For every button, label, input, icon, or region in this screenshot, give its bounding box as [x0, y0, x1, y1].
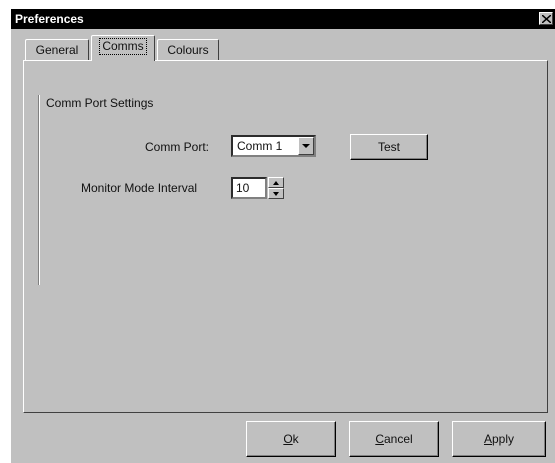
cancel-accelerator: C: [375, 432, 384, 446]
comms-tab-panel: Comm Port Settings: [23, 60, 548, 413]
title-bar[interactable]: Preferences: [11, 9, 555, 29]
arrow-down-icon: [273, 192, 279, 196]
close-button[interactable]: [539, 12, 553, 25]
tab-colours[interactable]: Colours: [157, 39, 219, 60]
comm-port-label: Comm Port:: [145, 140, 210, 154]
cancel-button[interactable]: Cancel: [349, 421, 439, 457]
tab-general-label: General: [35, 43, 79, 57]
group-label: Comm Port Settings: [46, 96, 154, 110]
monitor-interval-value: 10: [236, 181, 250, 195]
test-button[interactable]: Test: [350, 134, 428, 160]
ok-label-rest: k: [292, 432, 299, 446]
monitor-interval-spinner: 10: [231, 177, 285, 199]
close-icon: [542, 15, 551, 23]
ok-button[interactable]: Ok: [246, 421, 336, 457]
spin-down-button[interactable]: [268, 188, 284, 199]
tab-comms-label: Comms: [99, 38, 147, 55]
preferences-dialog: Preferences General Comms Colours Comm P…: [10, 8, 555, 463]
arrow-up-icon: [273, 181, 279, 185]
tab-general[interactable]: General: [25, 39, 89, 60]
comm-port-select[interactable]: Comm 1: [231, 135, 316, 157]
window-title: Preferences: [15, 12, 84, 26]
apply-accelerator: A: [483, 432, 492, 446]
tab-colours-label: Colours: [167, 43, 209, 57]
comm-port-dropdown-button[interactable]: [298, 137, 314, 155]
chevron-down-icon: [302, 144, 310, 148]
cancel-label-rest: ancel: [383, 432, 413, 446]
spin-up-button[interactable]: [268, 177, 284, 188]
tab-comms[interactable]: Comms: [91, 35, 155, 61]
monitor-interval-label: Monitor Mode Interval: [81, 181, 198, 195]
test-button-label: Test: [377, 140, 400, 154]
comm-port-value: Comm 1: [237, 139, 283, 153]
apply-button[interactable]: Apply: [452, 421, 546, 457]
monitor-interval-input[interactable]: 10: [231, 177, 267, 199]
group-box-border: [38, 95, 40, 285]
apply-label-rest: pply: [492, 432, 515, 446]
ok-accelerator: O: [283, 432, 293, 446]
